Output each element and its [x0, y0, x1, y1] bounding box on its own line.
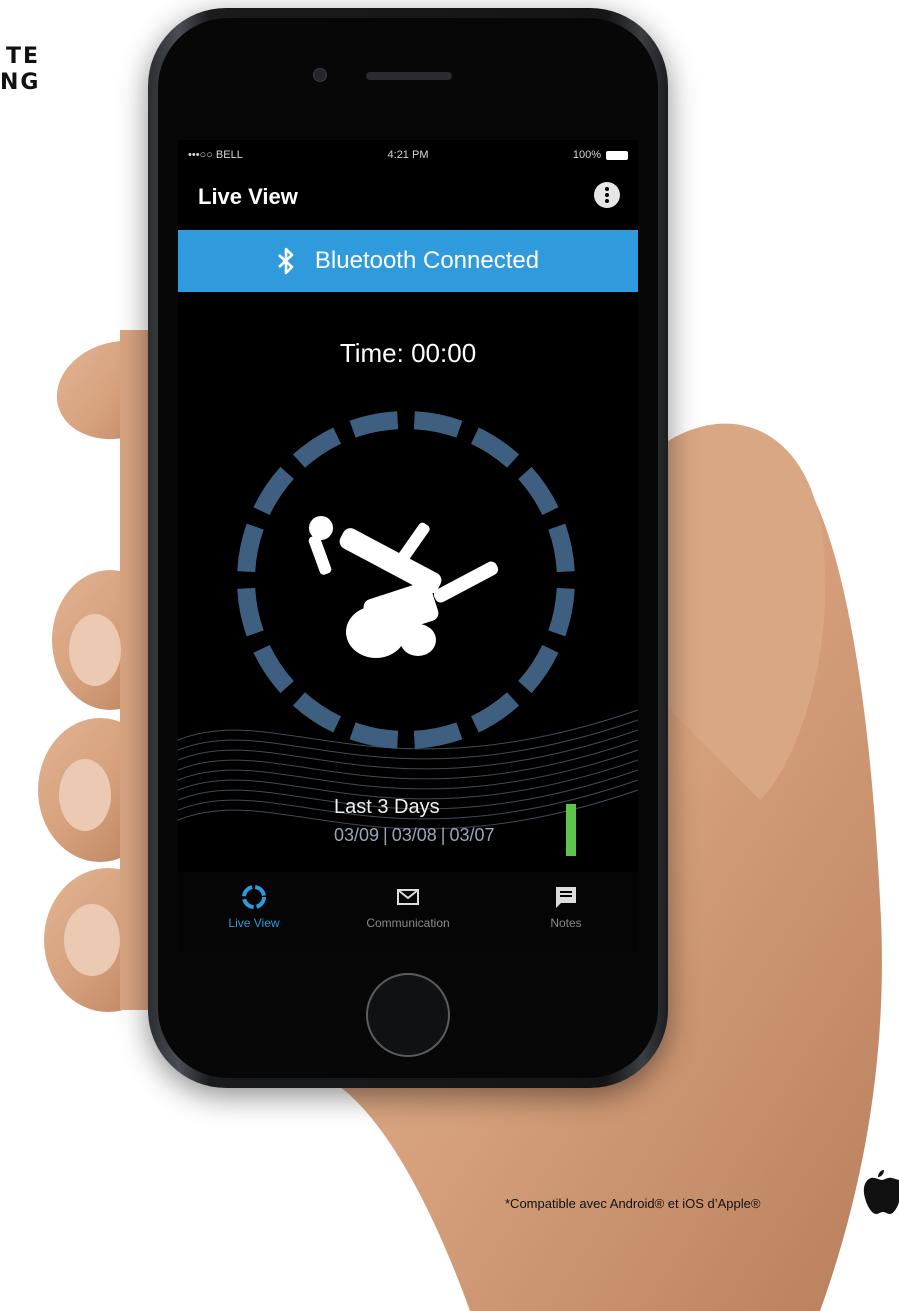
date-separator: | [383, 825, 388, 845]
bottom-tab-bar: Live View Communication Notes [178, 872, 638, 956]
ring-segment [253, 644, 294, 694]
more-vertical-icon[interactable] [594, 182, 620, 208]
earpiece-speaker [366, 72, 452, 80]
ring-segment [470, 427, 520, 468]
ring-segment [518, 466, 559, 516]
apple-logo-icon [863, 1170, 899, 1214]
app-screen: •••○○ BELL 4:21 PM 100% Live View Blueto… [178, 140, 638, 956]
bluetooth-icon [278, 247, 294, 275]
tab-notes[interactable]: Notes [496, 884, 636, 930]
ring-segment [349, 411, 399, 438]
tab-label: Notes [550, 916, 582, 930]
ring-segment [548, 523, 575, 573]
bluetooth-status-banner[interactable]: Bluetooth Connected [178, 230, 638, 292]
date-separator: | [440, 825, 446, 845]
home-button[interactable] [366, 973, 450, 1057]
ring-segment [237, 587, 264, 637]
notes-icon [556, 887, 576, 908]
tab-label: Communication [366, 916, 450, 930]
page-title: Live View [198, 184, 298, 209]
battery-icon [606, 150, 628, 160]
date-2: 03/08 [391, 825, 437, 845]
battery-status: 100% [573, 149, 628, 161]
ring-segment [292, 427, 342, 468]
summary-dates: 03/09 | 03/08 | 03/07 [334, 825, 584, 846]
wheelchair-tilt-icon [308, 516, 499, 658]
ring-segment [237, 523, 264, 573]
ring-segment [253, 466, 294, 516]
ring-segment [548, 587, 575, 637]
day-status-indicator [566, 804, 576, 856]
tab-label: Live View [228, 916, 280, 930]
date-3: 03/07 [449, 825, 495, 845]
envelope-icon [397, 889, 419, 905]
status-time: 4:21 PM [387, 149, 429, 161]
ring-segment [518, 644, 559, 694]
ring-segment [413, 722, 463, 749]
ring-segment [470, 692, 520, 733]
date-1: 03/09 [334, 825, 380, 845]
status-bar: •••○○ BELL 4:21 PM 100% [178, 140, 638, 170]
summary-title: Last 3 Days [334, 796, 440, 818]
compatibility-footnote: *Compatible avec Android® et iOS d’Apple… [505, 1196, 761, 1211]
ring-segment [413, 411, 463, 438]
tilt-progress-ring [237, 411, 575, 749]
live-view-ring-icon [242, 885, 266, 909]
front-camera [313, 68, 327, 82]
bluetooth-status-label: Bluetooth Connected [314, 247, 540, 274]
session-timer: Time: 00:00 [339, 338, 477, 368]
tab-communication[interactable]: Communication [338, 884, 478, 930]
last-days-summary: Last 3 Days 03/09 | 03/08 | 03/07 [334, 796, 584, 846]
app-header: Live View [178, 176, 638, 220]
tab-live-view[interactable]: Live View [184, 884, 324, 930]
ring-segment [349, 722, 399, 749]
battery-percent: 100% [572, 149, 601, 161]
ring-segment [292, 692, 342, 733]
